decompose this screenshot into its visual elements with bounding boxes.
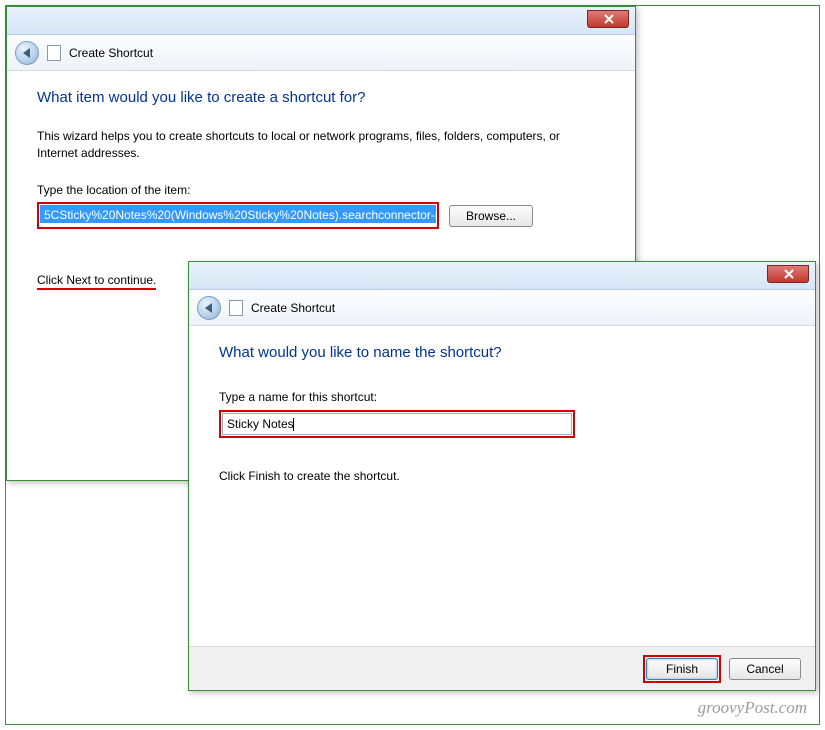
name-highlight: Sticky Notes bbox=[219, 410, 575, 438]
page-heading: What would you like to name the shortcut… bbox=[219, 344, 785, 361]
page-heading: What item would you like to create a sho… bbox=[37, 89, 605, 106]
close-button[interactable] bbox=[767, 265, 809, 283]
name-value: Sticky Notes bbox=[227, 417, 294, 431]
location-row: 5CSticky%20Notes%20(Windows%20Sticky%20N… bbox=[37, 202, 605, 229]
browse-button[interactable]: Browse... bbox=[449, 205, 533, 227]
dialog-title: Create Shortcut bbox=[69, 46, 153, 60]
description-text: This wizard helps you to create shortcut… bbox=[37, 128, 577, 162]
text-cursor bbox=[293, 418, 294, 431]
document-icon bbox=[47, 45, 61, 61]
screenshot-container: Create Shortcut What item would you like… bbox=[5, 5, 820, 725]
watermark-text: groovyPost.com bbox=[698, 698, 807, 718]
header-bar: Create Shortcut bbox=[189, 290, 815, 326]
back-icon[interactable] bbox=[15, 41, 39, 65]
finish-button[interactable]: Finish bbox=[646, 658, 718, 680]
cancel-button[interactable]: Cancel bbox=[729, 658, 801, 680]
back-icon[interactable] bbox=[197, 296, 221, 320]
close-button[interactable] bbox=[587, 10, 629, 28]
finish-text: Click Finish to create the shortcut. bbox=[219, 468, 785, 485]
dialog-title: Create Shortcut bbox=[251, 301, 335, 315]
dialog-footer: Finish Cancel bbox=[189, 646, 815, 690]
location-input[interactable]: 5CSticky%20Notes%20(Windows%20Sticky%20N… bbox=[40, 205, 436, 223]
header-bar: Create Shortcut bbox=[7, 35, 635, 71]
finish-highlight: Finish bbox=[643, 655, 721, 683]
name-input-row: Sticky Notes bbox=[219, 410, 785, 438]
name-label: Type a name for this shortcut: bbox=[219, 389, 785, 406]
create-shortcut-dialog-step2: Create Shortcut What would you like to n… bbox=[188, 261, 816, 691]
titlebar[interactable] bbox=[189, 262, 815, 290]
titlebar[interactable] bbox=[7, 7, 635, 35]
continue-text: Click Next to continue. bbox=[37, 273, 156, 290]
location-label: Type the location of the item: bbox=[37, 182, 605, 199]
dialog-body: What would you like to name the shortcut… bbox=[189, 326, 815, 646]
document-icon bbox=[229, 300, 243, 316]
name-input[interactable]: Sticky Notes bbox=[222, 413, 572, 435]
location-highlight: 5CSticky%20Notes%20(Windows%20Sticky%20N… bbox=[37, 202, 439, 229]
